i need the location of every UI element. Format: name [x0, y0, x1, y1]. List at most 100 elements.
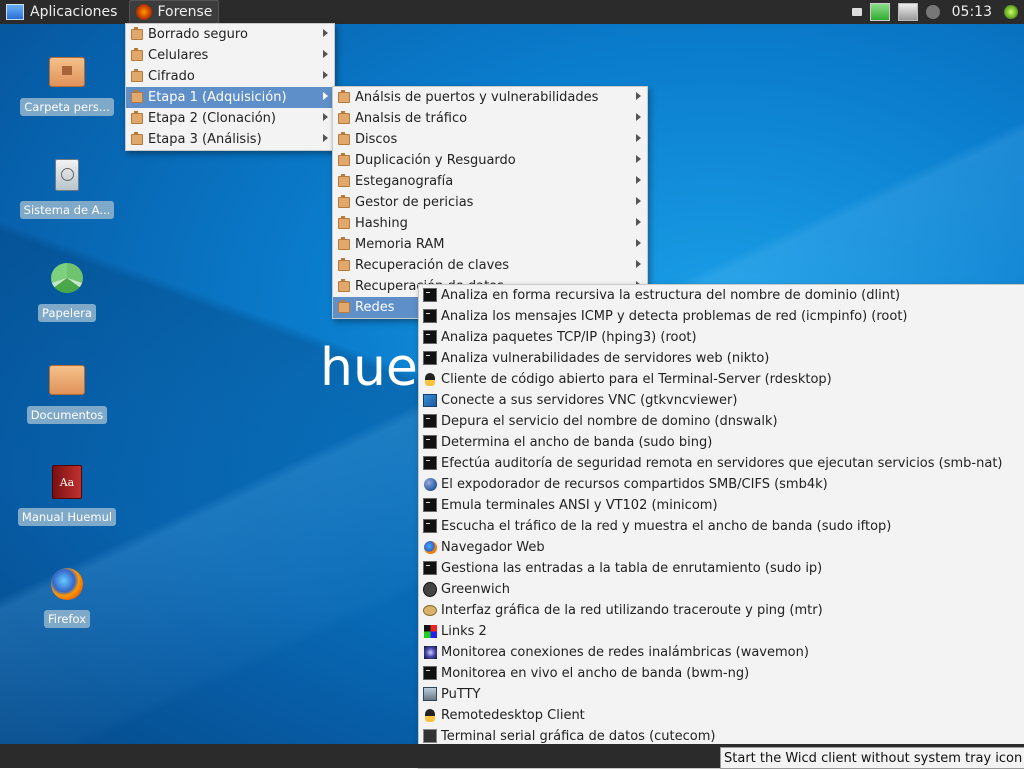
- menu-item-etapa-3[interactable]: Etapa 3 (Análisis): [126, 129, 334, 150]
- terminal-icon: [423, 666, 437, 680]
- volume-icon[interactable]: [925, 5, 940, 19]
- menu-item-analisis-puertos[interactable]: Análsis de puertos y vulnerabilidades: [333, 87, 647, 108]
- folder-icon: [130, 110, 144, 125]
- recycle-icon: [47, 258, 87, 298]
- menu-item-app[interactable]: Determina el ancho de banda (sudo bing): [419, 432, 1024, 453]
- menu-item-label: Efectúa auditoría de seguridad remota en…: [441, 456, 1003, 471]
- terminal-icon: [423, 456, 437, 470]
- submenu-arrow-icon: [636, 239, 641, 247]
- submenu-arrow-icon: [636, 260, 641, 268]
- globe-icon: [423, 477, 437, 491]
- desktop-icon-documents[interactable]: Documentos: [17, 360, 117, 424]
- terminal-icon: [423, 309, 437, 323]
- wavemon-icon: [423, 645, 437, 659]
- terminal-icon: [423, 498, 437, 512]
- folder-icon: [337, 278, 351, 293]
- update-notifier-icon[interactable]: [869, 3, 890, 21]
- wallpaper-text: hue: [320, 338, 418, 398]
- terminal-icon: [423, 435, 437, 449]
- applications-label: Aplicaciones: [30, 4, 118, 20]
- menu-item-label: PuTTY: [441, 687, 481, 702]
- menu-item-app[interactable]: PuTTY: [419, 684, 1024, 705]
- menu-item-app[interactable]: Greenwich: [419, 579, 1024, 600]
- desktop-icon-trash[interactable]: Papelera: [17, 258, 117, 322]
- menu-item-app[interactable]: Analiza vulnerabilidades de servidores w…: [419, 348, 1024, 369]
- menu-item-app[interactable]: Emula terminales ANSI y VT102 (minicom): [419, 495, 1024, 516]
- menu-item-label: Greenwich: [441, 582, 510, 597]
- top-panel: Aplicaciones Forense 05:13: [0, 0, 1024, 24]
- menu-item-app[interactable]: Cliente de código abierto para el Termin…: [419, 369, 1024, 390]
- folder-icon: [337, 194, 351, 209]
- submenu-arrow-icon: [636, 176, 641, 184]
- menu-item-app[interactable]: Depura el servicio del nombre de domino …: [419, 411, 1024, 432]
- submenu-arrow-icon: [323, 113, 328, 121]
- menu-item-etapa-1[interactable]: Etapa 1 (Adquisición): [126, 87, 334, 108]
- desktop-icon-label: Carpeta pers...: [20, 98, 114, 116]
- menu-item-etapa-2[interactable]: Etapa 2 (Clonación): [126, 108, 334, 129]
- mtr-icon: [423, 603, 437, 617]
- menu-item-app[interactable]: Analiza los mensajes ICMP y detecta prob…: [419, 306, 1024, 327]
- menu-item-recuperacion-claves[interactable]: Recuperación de claves: [333, 255, 647, 276]
- menu-item-duplicacion[interactable]: Duplicación y Resguardo: [333, 150, 647, 171]
- submenu-arrow-icon: [323, 29, 328, 37]
- menu-item-app[interactable]: Links 2: [419, 621, 1024, 642]
- folder-icon: [337, 152, 351, 167]
- submenu-arrow-icon: [323, 134, 328, 142]
- desktop-icon-manual[interactable]: Aa Manual Huemul: [17, 462, 117, 526]
- folder-icon: [337, 110, 351, 125]
- menu-item-memoria-ram[interactable]: Memoria RAM: [333, 234, 647, 255]
- menu-item-app[interactable]: Remotedesktop Client: [419, 705, 1024, 726]
- menu-item-celulares[interactable]: Celulares: [126, 45, 334, 66]
- firefox-icon: [47, 564, 87, 604]
- desktop-icon-filesystem[interactable]: Sistema de A...: [17, 155, 117, 219]
- menu-item-app[interactable]: Conecte a sus servidores VNC (gtkvncview…: [419, 390, 1024, 411]
- applications-menu-button[interactable]: Aplicaciones: [0, 1, 123, 23]
- folder-icon: [337, 89, 351, 104]
- dictionary-book-icon: Aa: [47, 462, 87, 502]
- menu-item-app[interactable]: Monitorea conexiones de redes inalámbric…: [419, 642, 1024, 663]
- menu-item-discos[interactable]: Discos: [333, 129, 647, 150]
- forense-menu-button[interactable]: Forense: [129, 0, 220, 24]
- folder-icon: [130, 131, 144, 146]
- clock[interactable]: 05:13: [952, 4, 992, 20]
- menu-item-app[interactable]: Navegador Web: [419, 537, 1024, 558]
- menu-item-analisis-trafico[interactable]: Analsis de tráfico: [333, 108, 647, 129]
- menu-item-borrado-seguro[interactable]: Borrado seguro: [126, 24, 334, 45]
- home-folder-icon: [47, 52, 87, 92]
- menu-item-label: Monitorea conexiones de redes inalámbric…: [441, 645, 809, 660]
- menu-item-app[interactable]: Escucha el tráfico de la red y muestra e…: [419, 516, 1024, 537]
- removable-drive-icon[interactable]: [851, 8, 862, 16]
- folder-icon: [337, 131, 351, 146]
- menu-item-app[interactable]: Analiza paquetes TCP/IP (hping3) (root): [419, 327, 1024, 348]
- menu-item-label: Analiza vulnerabilidades de servidores w…: [441, 351, 770, 366]
- cutecom-icon: [423, 729, 437, 743]
- menu-item-app[interactable]: Gestiona las entradas a la tabla de enru…: [419, 558, 1024, 579]
- firefox-icon: [423, 540, 437, 554]
- submenu-arrow-icon: [323, 50, 328, 58]
- desktop-icon-firefox[interactable]: Firefox: [17, 564, 117, 628]
- folder-icon: [130, 26, 144, 41]
- menu-item-app[interactable]: Interfaz gráfica de la red utilizando tr…: [419, 600, 1024, 621]
- menu-item-app[interactable]: Analiza en forma recursiva la estructura…: [419, 285, 1024, 306]
- menu-item-app[interactable]: El expodorador de recursos compartidos S…: [419, 474, 1024, 495]
- desktop-icon-label: Manual Huemul: [17, 508, 117, 526]
- menu-item-gestor-pericias[interactable]: Gestor de pericias: [333, 192, 647, 213]
- tux-icon: [423, 708, 437, 722]
- menu-item-esteganografia[interactable]: Esteganografía: [333, 171, 647, 192]
- network-wired-icon[interactable]: [897, 3, 918, 21]
- menu-item-app[interactable]: Efectúa auditoría de seguridad remota en…: [419, 453, 1024, 474]
- desktop-icon-home[interactable]: Carpeta pers...: [17, 52, 117, 116]
- menu-item-cifrado[interactable]: Cifrado: [126, 66, 334, 87]
- menu-item-hashing[interactable]: Hashing: [333, 213, 647, 234]
- menu-item-label: Analiza paquetes TCP/IP (hping3) (root): [441, 330, 697, 345]
- power-icon[interactable]: [1004, 5, 1018, 19]
- menu-item-app[interactable]: Monitorea en vivo el ancho de banda (bwm…: [419, 663, 1024, 684]
- redes-submenu: Analiza en forma recursiva la estructura…: [418, 284, 1024, 769]
- menu-item-label: Cliente de código abierto para el Termin…: [441, 372, 832, 387]
- desktop-icon-label: Documentos: [26, 406, 108, 424]
- putty-icon: [423, 687, 437, 701]
- desktop-icon-label: Papelera: [38, 304, 96, 322]
- applications-icon: [6, 4, 24, 20]
- hard-drive-icon: [47, 155, 87, 195]
- folder-icon: [337, 236, 351, 251]
